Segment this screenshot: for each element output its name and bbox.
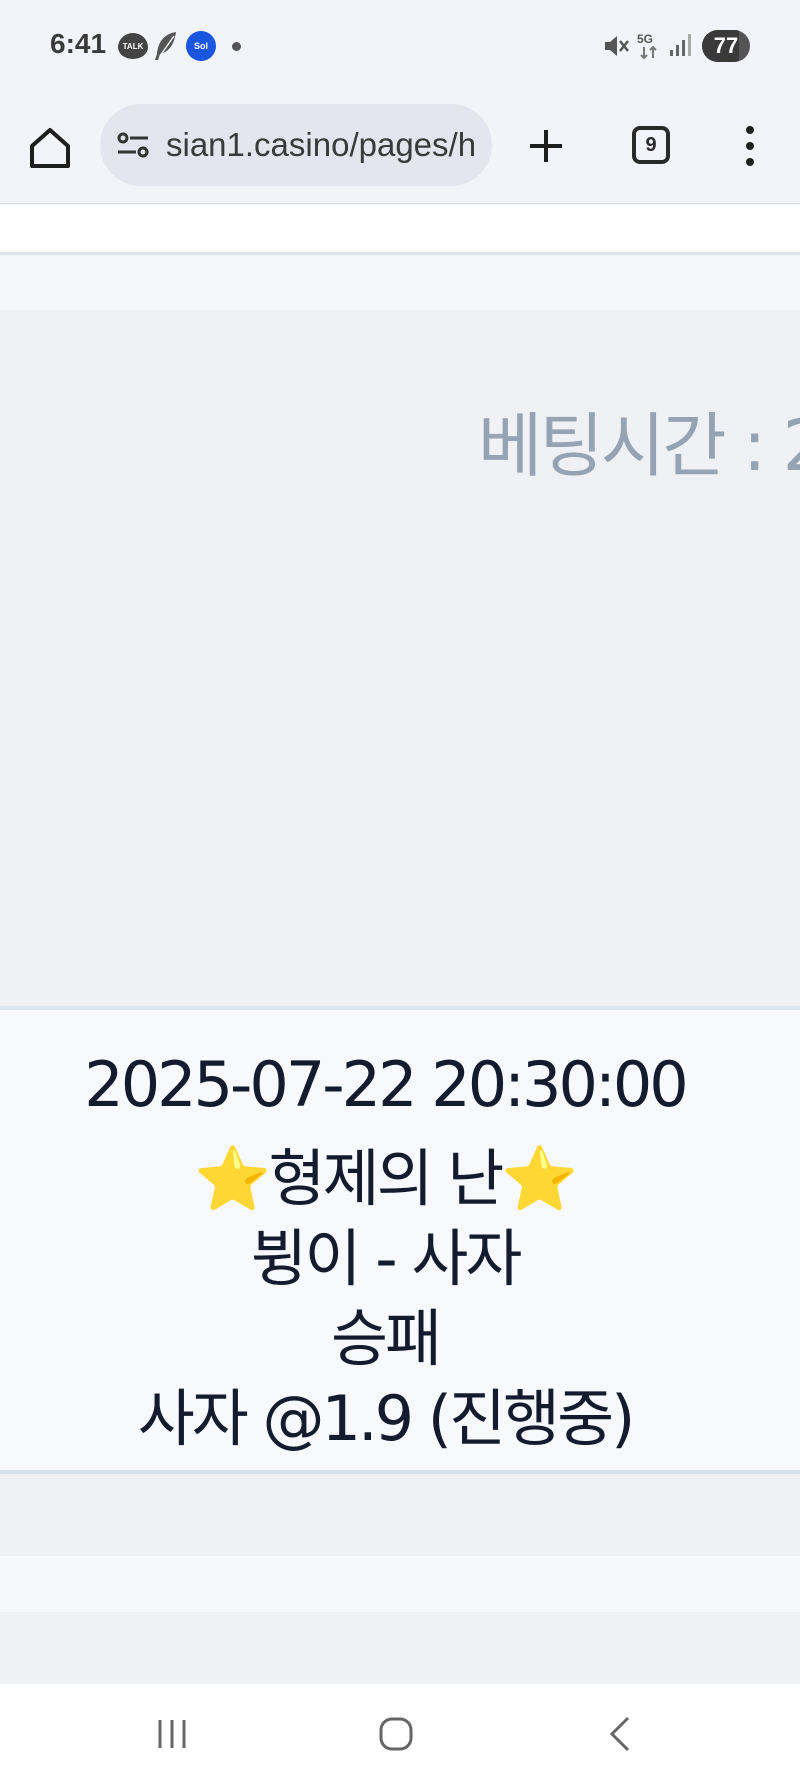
bet-match: 뷩이 - 사자 <box>250 1222 523 1295</box>
footer-band <box>0 1474 800 1556</box>
address-bar[interactable]: sian1.casino/pages/h <box>100 104 492 186</box>
battery-level: 77 <box>713 33 739 58</box>
signal-icon <box>670 34 691 56</box>
status-bar: 6:41 TALK Sol 5G 77 <box>0 0 800 94</box>
super-sol-icon: Sol <box>186 31 216 61</box>
system-nav-bar <box>0 1684 800 1784</box>
bet-info-panel: 2025-07-22 20:30:00 ⭐형제의 난⭐ 뷩이 - 사자 승패 사… <box>0 1010 800 1470</box>
mute-icon <box>605 36 629 56</box>
battery-icon: 77 <box>702 30 750 62</box>
footer-band <box>0 1612 800 1684</box>
page-header-strip <box>0 205 800 255</box>
more-notifications-dot <box>232 42 241 51</box>
more-menu-icon[interactable] <box>732 122 768 170</box>
home-nav-icon[interactable] <box>376 1714 416 1754</box>
tab-switcher-button[interactable]: 9 <box>632 126 670 164</box>
bet-event: ⭐형제의 난⭐ <box>194 1142 578 1215</box>
bet-market: 승패 <box>330 1302 442 1375</box>
recents-icon[interactable] <box>152 1714 192 1754</box>
browser-toolbar: sian1.casino/pages/h 9 <box>0 94 800 204</box>
network-5g-icon: 5G <box>637 32 657 60</box>
back-icon[interactable] <box>602 1714 638 1754</box>
home-icon[interactable] <box>26 124 74 172</box>
bet-pick: 사자 @1.9 (진행중) <box>137 1382 636 1455</box>
status-time: 6:41 <box>50 28 107 59</box>
betting-time-label: 베팅시간 : 2 <box>478 405 800 487</box>
talk-icon: TALK <box>118 33 148 59</box>
new-tab-icon[interactable] <box>524 124 568 168</box>
bet-datetime: 2025-07-22 20:30:00 <box>84 1048 688 1121</box>
site-settings-icon[interactable] <box>116 130 150 160</box>
feather-icon <box>155 32 176 60</box>
betting-time-panel: 베팅시간 : 2 <box>0 310 800 1008</box>
url-text[interactable]: sian1.casino/pages/h <box>166 126 476 164</box>
svg-text:5G: 5G <box>637 32 653 46</box>
footer-band <box>0 1556 800 1612</box>
page-spacer <box>0 258 800 310</box>
